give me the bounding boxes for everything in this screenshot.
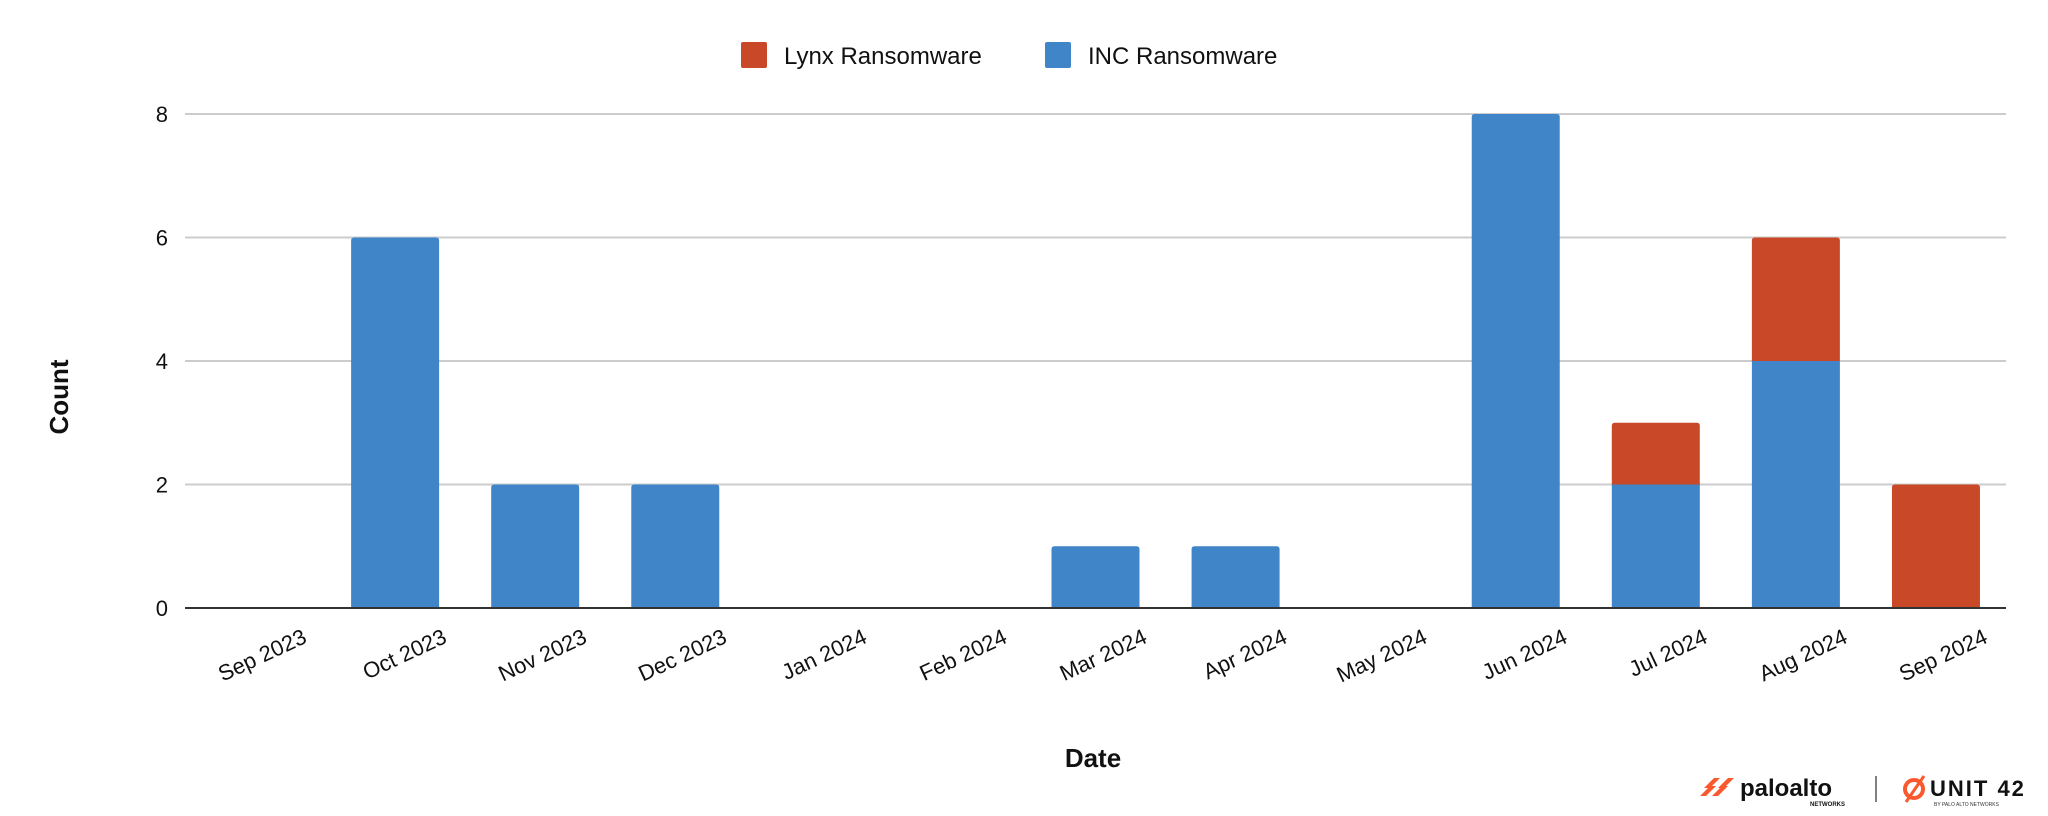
x-axis-ticks: Sep 2023 Oct 2023 Nov 2023 Dec 2023 Jan 2024… <box>214 624 1991 687</box>
x-tick-label: Jun 2024 <box>1478 624 1571 685</box>
bar-inc-ransomware <box>1051 546 1140 608</box>
bar-inc-ransomware <box>351 237 440 608</box>
unit42-wordmark: UNIT 42 <box>1930 776 2026 801</box>
y-axis-ticks: 0 2 4 6 8 <box>156 102 168 621</box>
bar-inc-ransomware <box>631 484 720 608</box>
x-tick-label: Mar 2024 <box>1056 624 1151 686</box>
y-axis-title: Count <box>44 359 74 434</box>
x-tick-label: May 2024 <box>1333 624 1431 687</box>
bar-lynx-ransomware <box>1891 484 1980 608</box>
x-tick-label: Nov 2023 <box>494 624 590 686</box>
bar-inc-ransomware <box>491 484 580 608</box>
gridlines <box>185 113 2006 486</box>
bar-inc-ransomware <box>1751 361 1840 608</box>
legend-swatch <box>1045 42 1071 68</box>
paloalto-subtext: NETWORKS <box>1810 802 1845 808</box>
legend: Lynx Ransomware INC Ransomware <box>741 42 1277 70</box>
x-tick-label: Apr 2024 <box>1199 624 1290 684</box>
x-tick-label: Aug 2024 <box>1755 624 1851 686</box>
paloalto-logo-icon <box>1700 778 1734 796</box>
legend-swatch <box>741 42 767 68</box>
bar-inc-ransomware <box>1191 546 1280 608</box>
x-tick-label: Feb 2024 <box>916 624 1011 686</box>
x-tick-label: Sep 2024 <box>1895 624 1991 686</box>
bar-inc-ransomware <box>1471 114 1560 608</box>
y-tick-label: 2 <box>156 473 168 498</box>
x-tick-label: Oct 2023 <box>359 624 450 684</box>
x-tick-label: Dec 2023 <box>634 624 730 686</box>
x-tick-label: Sep 2023 <box>214 624 310 686</box>
y-tick-label: 4 <box>156 349 168 374</box>
x-tick-label: Jul 2024 <box>1625 624 1711 682</box>
legend-label: INC Ransomware <box>1088 43 1277 70</box>
branding-logos: paloalto NETWORKS UNIT 42 BY PALO ALTO N… <box>1698 768 2048 810</box>
unit42-subtext: BY PALO ALTO NETWORKS <box>1934 802 2000 808</box>
y-tick-label: 8 <box>156 102 168 127</box>
x-axis-title: Date <box>1065 743 1121 773</box>
stacked-bar-chart: Lynx Ransomware INC Ransomware 0 2 4 6 8 Sep … <box>44 42 2006 773</box>
bar-lynx-ransomware <box>1751 237 1840 361</box>
paloalto-wordmark: paloalto <box>1740 775 1832 802</box>
legend-label: Lynx Ransomware <box>784 43 982 70</box>
y-tick-label: 6 <box>156 226 168 251</box>
unit42-logo-icon <box>1903 775 1926 803</box>
bar-inc-ransomware <box>1611 484 1700 608</box>
bar-lynx-ransomware <box>1611 422 1700 485</box>
y-tick-label: 0 <box>156 596 168 621</box>
x-tick-label: Jan 2024 <box>778 624 871 685</box>
